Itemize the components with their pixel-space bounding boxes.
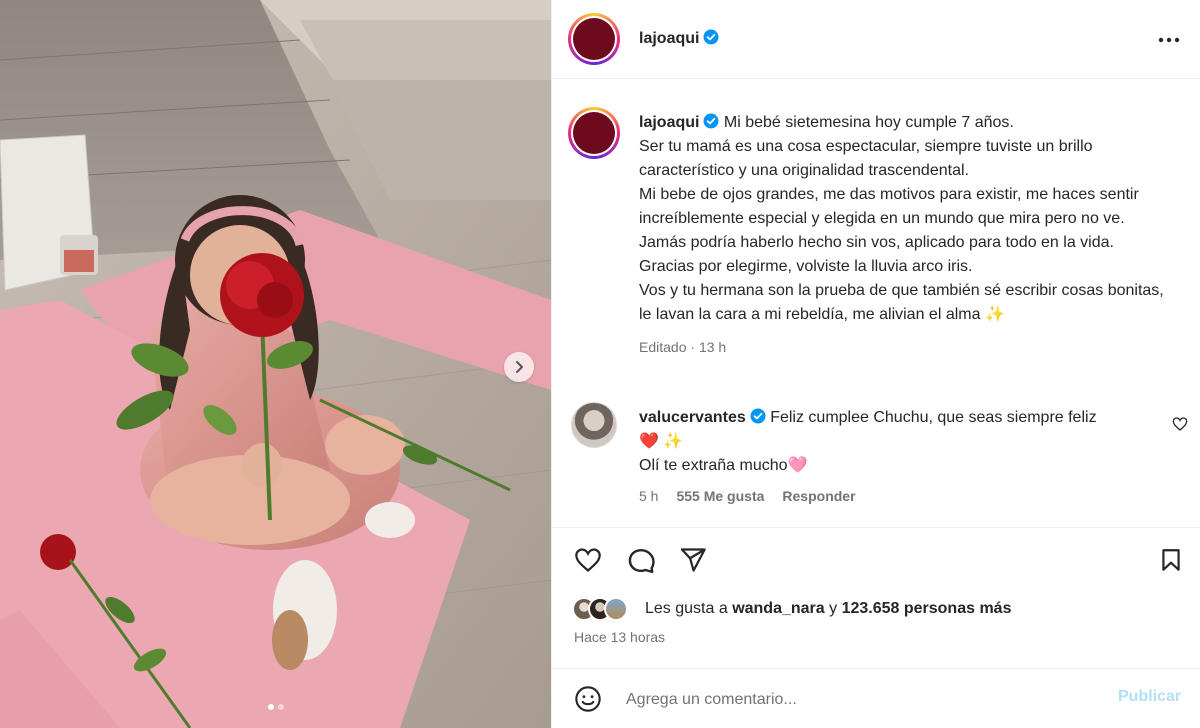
comment-line: Olí te extraña mucho🩷	[639, 457, 808, 474]
caption-line: Jamás podría haberlo hecho sin vos, apli…	[639, 234, 1114, 251]
paper-plane-icon	[680, 548, 706, 572]
comment-body: valucervantes Feliz cumplee Chuchu, que …	[639, 406, 1159, 478]
caption-time[interactable]: 13 h	[699, 339, 726, 355]
post-actions: Les gusta a wanda_nara y 123.658 persona…	[552, 527, 1200, 677]
author-username[interactable]: lajoaqui	[639, 30, 699, 47]
emoji-button[interactable]	[572, 683, 604, 715]
bookmark-icon	[1162, 549, 1180, 571]
like-button[interactable]	[572, 544, 604, 576]
caption-username[interactable]: lajoaqui	[639, 114, 699, 131]
post-time[interactable]: Hace 13 horas	[574, 629, 665, 645]
liker-username[interactable]: wanda_nara	[732, 600, 824, 617]
verified-badge-icon	[750, 408, 766, 424]
carousel-dot-active	[267, 704, 274, 710]
comment-like-button[interactable]	[1172, 416, 1188, 437]
publish-button[interactable]: Publicar	[1118, 688, 1181, 706]
commenter-username[interactable]: valucervantes	[639, 409, 746, 426]
comment-likes[interactable]: 555 Me gusta	[676, 488, 764, 504]
reply-button[interactable]: Responder	[782, 488, 855, 504]
carousel-indicator	[0, 704, 551, 710]
caption-line: Gracias por elegirme, volviste la lluvia…	[639, 258, 973, 275]
caption-line: Mi bebe de ojos grandes, me das motivos …	[639, 186, 1139, 227]
post-photo	[0, 0, 551, 728]
carousel-dot	[277, 704, 284, 710]
comment-composer: Publicar	[552, 668, 1200, 728]
verified-badge-icon	[703, 29, 719, 45]
post-side-panel: lajoaqui lajoaqui Mi bebé sietemesina ho…	[551, 0, 1200, 728]
more-horizontal-icon	[1158, 37, 1180, 43]
save-button[interactable]	[1155, 544, 1187, 576]
caption-meta: Editado · 13 h	[639, 339, 727, 355]
post-media[interactable]	[0, 0, 551, 728]
author-avatar[interactable]	[568, 13, 620, 65]
more-options-button[interactable]	[1154, 28, 1184, 52]
comment-button[interactable]	[625, 544, 657, 576]
verified-badge-icon	[703, 113, 719, 129]
liker-avatars[interactable]	[572, 597, 628, 621]
post-caption: lajoaqui Mi bebé sietemesina hoy cumple …	[639, 111, 1179, 360]
caption-line: Mi bebé sietemesina hoy cumple 7 años.	[723, 114, 1014, 131]
comment-line: Feliz cumplee Chuchu, que seas siempre f…	[770, 409, 1097, 426]
comment-time[interactable]: 5 h	[639, 488, 658, 504]
liker-avatar	[604, 597, 628, 621]
likes-summary: Les gusta a wanda_nara y 123.658 persona…	[645, 600, 1011, 618]
heart-icon	[1172, 417, 1188, 431]
likes-count[interactable]: 123.658 personas más	[842, 600, 1012, 617]
share-button[interactable]	[677, 544, 709, 576]
carousel-next-button[interactable]	[504, 352, 534, 382]
heart-icon	[575, 548, 601, 572]
commenter-avatar[interactable]	[571, 402, 617, 448]
comment-bubble-icon	[628, 548, 655, 574]
chevron-right-icon	[516, 361, 523, 373]
smiley-icon	[575, 686, 601, 712]
likes-joiner: y	[829, 600, 838, 617]
comment-input[interactable]	[624, 683, 1098, 717]
comment-meta: 5 h 555 Me gusta Responder	[639, 488, 856, 504]
caption-line: Ser tu mamá es una cosa espectacular, si…	[639, 138, 1093, 179]
caption-author-avatar[interactable]	[568, 107, 620, 159]
caption-line: Vos y tu hermana son la prueba de que ta…	[639, 282, 1164, 323]
edited-label: Editado	[639, 339, 687, 355]
comment-emojis: ❤️ ✨	[639, 433, 684, 450]
likes-prefix: Les gusta a	[645, 600, 728, 617]
post-header: lajoaqui	[552, 0, 1200, 79]
